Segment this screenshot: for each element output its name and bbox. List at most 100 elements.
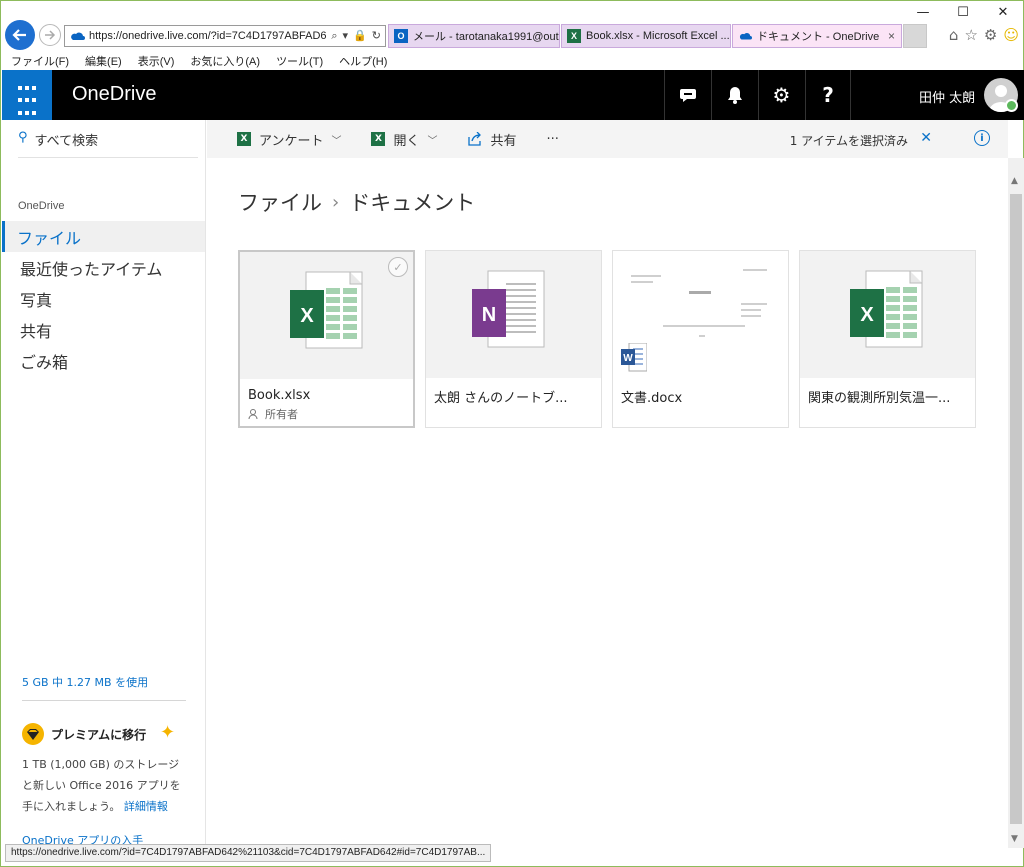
- star-icon[interactable]: ☆: [964, 26, 977, 44]
- open-label: 開く: [393, 133, 420, 149]
- scroll-up-icon[interactable]: ▲: [1011, 176, 1018, 186]
- info-icon[interactable]: i: [974, 130, 990, 146]
- menu-view[interactable]: 表示(V): [138, 53, 175, 69]
- forward-button[interactable]: [39, 24, 61, 46]
- search-input[interactable]: ⚲ すべて検索: [18, 130, 198, 158]
- clear-selection-icon[interactable]: ✕: [920, 130, 932, 146]
- nav-list: ファイル 最近使ったアイテム 写真 共有 ごみ箱: [2, 221, 205, 376]
- file-name: 関東の観測所別気温一...: [808, 391, 951, 406]
- menu-edit[interactable]: 編集(E): [85, 53, 122, 69]
- sidebar-item-recycle-bin[interactable]: ごみ箱: [2, 345, 205, 376]
- file-thumbnail: N: [426, 251, 601, 378]
- svg-text:W: W: [623, 353, 633, 364]
- suite-bar: OneDrive ⚙ ? 田仲 太朗: [2, 70, 1024, 120]
- close-tab-icon[interactable]: ×: [882, 29, 901, 43]
- svg-text:X: X: [860, 304, 874, 326]
- file-name: Book.xlsx: [248, 388, 311, 403]
- nav-heading: OneDrive: [18, 200, 65, 212]
- menu-bar: ファイル(F) 編集(E) 表示(V) お気に入り(A) ツール(T) ヘルプ(…: [1, 52, 1024, 70]
- file-thumbnail: X: [800, 251, 975, 378]
- file-tile[interactable]: N 太朗 さんのノートブ...: [425, 250, 602, 428]
- share-button[interactable]: 共有: [467, 130, 517, 149]
- divider: [22, 700, 186, 701]
- gear-icon[interactable]: ⚙: [984, 26, 997, 44]
- open-button[interactable]: X 開く ﹀: [371, 130, 438, 149]
- excel-file-icon: X: [850, 270, 923, 348]
- file-thumbnail: W: [613, 251, 788, 378]
- browser-toolbar: https://onedrive.live.com/?id=7C4D1797AB…: [1, 17, 1024, 53]
- tab-excel[interactable]: X Book.xlsx - Microsoft Excel ...: [561, 24, 731, 48]
- survey-label: アンケート: [259, 133, 324, 149]
- feedback-button[interactable]: [664, 70, 710, 120]
- share-icon: [467, 132, 481, 146]
- smiley-icon[interactable]: ☺: [1003, 26, 1019, 44]
- menu-favorites[interactable]: お気に入り(A): [190, 53, 260, 69]
- tab-onedrive[interactable]: ドキュメント - OneDrive ×: [732, 24, 902, 48]
- lock-icon[interactable]: 🔒: [353, 29, 367, 43]
- tab-outlook[interactable]: O メール - tarotanaka1991@outl...: [388, 24, 560, 48]
- outlook-icon: O: [394, 29, 408, 43]
- chat-bubble-icon: [679, 89, 696, 102]
- dropdown-icon[interactable]: ▾: [343, 29, 349, 43]
- menu-file[interactable]: ファイル(F): [11, 53, 69, 69]
- more-icon: ···: [546, 131, 559, 147]
- sparkle-icon: ✦: [160, 722, 176, 743]
- back-button[interactable]: [5, 20, 35, 50]
- file-tile[interactable]: X 関東の観測所別気温一...: [799, 250, 976, 428]
- sidebar-item-recent[interactable]: 最近使ったアイテム: [2, 252, 205, 283]
- scrollbar[interactable]: ▲ ▼: [1008, 158, 1024, 848]
- search-label: すべて検索: [34, 134, 99, 149]
- arrow-left-icon: [12, 29, 26, 41]
- learn-more-link[interactable]: 詳細情報: [124, 800, 168, 813]
- presence-badge: [1005, 99, 1018, 112]
- address-bar[interactable]: https://onedrive.live.com/?id=7C4D1797AB…: [64, 25, 386, 47]
- svg-text:X: X: [300, 305, 314, 327]
- browser-window: — ☐ ✕ https://onedrive.live.com/?id=7C4D…: [0, 0, 1024, 867]
- scroll-down-icon[interactable]: ▼: [1011, 834, 1018, 844]
- search-icon[interactable]: ⌕: [331, 29, 337, 43]
- excel-file-icon: X: [290, 271, 363, 349]
- tab-title: Book.xlsx - Microsoft Excel ...: [586, 30, 730, 42]
- status-bar-url: https://onedrive.live.com/?id=7C4D1797AB…: [5, 844, 492, 862]
- arrow-right-icon: [45, 30, 56, 40]
- premium-desc-line: と新しい Office 2016 アプリを: [22, 779, 181, 792]
- word-icon: W: [621, 343, 647, 372]
- home-icon[interactable]: ⌂: [949, 26, 959, 44]
- scroll-thumb[interactable]: [1010, 194, 1022, 824]
- more-button[interactable]: ···: [547, 132, 559, 147]
- owner-label: 所有者: [265, 408, 298, 421]
- menu-tools[interactable]: ツール(T): [276, 53, 323, 69]
- gear-icon: ⚙: [772, 83, 791, 107]
- diamond-icon: [22, 723, 44, 745]
- excel-icon: X: [371, 132, 386, 146]
- notifications-button[interactable]: [711, 70, 757, 120]
- storage-usage-link[interactable]: 5 GB 中 1.27 MB を使用: [22, 674, 148, 690]
- survey-button[interactable]: X アンケート ﹀: [237, 130, 341, 149]
- refresh-icon[interactable]: ↻: [372, 29, 381, 43]
- settings-button[interactable]: ⚙: [758, 70, 804, 120]
- sidebar-item-photos[interactable]: 写真: [2, 283, 205, 314]
- file-tile[interactable]: X ✓ Book.xlsx 所有者: [238, 250, 415, 428]
- tab-title: メール - tarotanaka1991@outl...: [413, 31, 560, 43]
- sidebar-item-files[interactable]: ファイル: [2, 221, 205, 252]
- checkmark-icon[interactable]: ✓: [388, 257, 408, 277]
- tab-title: ドキュメント - OneDrive: [757, 31, 880, 43]
- file-owner: 所有者: [248, 406, 298, 422]
- premium-desc-line: 手に入れましょう。: [22, 800, 121, 813]
- breadcrumb-root[interactable]: ファイル: [238, 187, 322, 217]
- new-tab-button[interactable]: [903, 24, 927, 48]
- onenote-file-icon: N: [472, 270, 545, 348]
- person-icon: [248, 409, 258, 420]
- user-name[interactable]: 田仲 太朗: [919, 87, 975, 106]
- search-icon: ⚲: [18, 130, 28, 145]
- brand-title[interactable]: OneDrive: [72, 83, 156, 106]
- bell-icon: [727, 87, 742, 104]
- file-tile[interactable]: W 文書.docx: [612, 250, 789, 428]
- url-text: https://onedrive.live.com/?id=7C4D1797AB…: [89, 30, 327, 42]
- sidebar-item-shared[interactable]: 共有: [2, 314, 205, 345]
- menu-help[interactable]: ヘルプ(H): [339, 53, 387, 69]
- app-launcher-icon[interactable]: [2, 70, 52, 120]
- help-button[interactable]: ?: [805, 70, 851, 120]
- file-thumbnail: X ✓: [240, 252, 413, 379]
- svg-text:N: N: [482, 304, 496, 326]
